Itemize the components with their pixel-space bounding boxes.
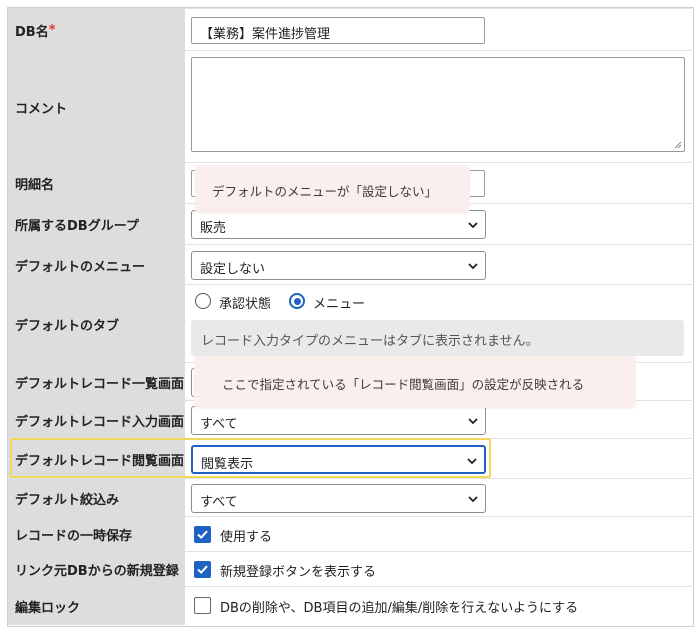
row-comment: コメント (8, 50, 692, 163)
row-db-name: DB名 * 【業務】案件進捗管理 (8, 8, 692, 51)
label-link-register: リンク元DBからの新規登録 (8, 552, 185, 587)
label-db-group: 所属するDBグループ (8, 204, 185, 245)
value-cell (185, 51, 692, 163)
value-cell: DBの削除や、DB項目の追加/編集/削除を行えないようにする (185, 587, 692, 625)
row-edit-lock: 編集ロック DBの削除や、DB項目の追加/編集/削除を行えないようにする (8, 586, 692, 625)
temp-save-checkbox[interactable] (194, 526, 211, 543)
value-cell: すべて (185, 479, 692, 517)
check-icon (197, 565, 208, 575)
db-group-select[interactable]: 販売 (191, 210, 486, 239)
label-record-list-view: デフォルトレコード一覧画面 (8, 363, 185, 401)
select-value: すべて (200, 417, 238, 432)
default-filter-select[interactable]: すべて (191, 484, 486, 513)
value-cell: 使用する (185, 517, 692, 552)
temp-save-label: 使用する (220, 530, 273, 545)
required-mark: * (48, 22, 56, 38)
chevron-down-icon (468, 263, 478, 270)
row-link-register: リンク元DBからの新規登録 新規登録ボタンを表示する (8, 551, 692, 587)
label-text: DB名 (15, 24, 49, 40)
label-default-menu: デフォルトのメニュー (8, 245, 185, 285)
radio-label-approval-status: 承認状態 (219, 297, 272, 312)
link-register-label: 新規登録ボタンを表示する (220, 565, 377, 580)
row-default-filter: デフォルト絞込み すべて (8, 478, 692, 517)
label-edit-lock: 編集ロック (8, 587, 185, 625)
edit-lock-label: DBの削除や、DB項目の追加/編集/削除を行えないようにする (220, 601, 579, 616)
default-menu-select[interactable]: 設定しない (191, 251, 486, 280)
value-cell: 設定しない (185, 245, 692, 285)
label-detail-name: 明細名 (8, 163, 185, 204)
chevron-down-icon (468, 222, 478, 229)
db-name-input[interactable]: 【業務】案件進捗管理 (191, 17, 485, 44)
label-default-tab: デフォルトのタブ (8, 285, 185, 363)
check-icon (197, 530, 208, 540)
radio-approval-status[interactable] (195, 293, 211, 309)
radio-menu[interactable] (289, 293, 305, 309)
row-default-menu: デフォルトのメニュー 設定しない (8, 244, 692, 285)
select-value: 販売 (200, 221, 227, 236)
label-temp-save: レコードの一時保存 (8, 517, 185, 552)
select-value: すべて (200, 495, 238, 510)
radio-label-menu: メニュー (313, 297, 366, 312)
chevron-down-icon (468, 496, 478, 503)
select-value: 設定しない (200, 262, 266, 277)
row-temp-save: レコードの一時保存 使用する (8, 516, 692, 552)
value-cell: 新規登録ボタンを表示する (185, 552, 692, 587)
callout-browse-view: ここで指定されている「レコード閲覧画面」の設定が反映される (194, 356, 636, 408)
comment-textarea[interactable] (191, 57, 685, 152)
value-cell: 【業務】案件進捗管理 (185, 9, 692, 51)
label-record-input-view: デフォルトレコード入力画面 (8, 401, 185, 439)
label-db-name: DB名 * (8, 9, 185, 51)
label-default-filter: デフォルト絞込み (8, 479, 185, 517)
row-default-tab: デフォルトのタブ 承認状態 メニュー レコード入力タイプのメニューはタブに表示さ… (8, 284, 692, 363)
edit-lock-checkbox[interactable] (194, 597, 211, 614)
resize-grip-icon[interactable] (673, 140, 682, 149)
callout-default-menu: デフォルトのメニューが「設定しない」 (195, 165, 470, 213)
record-input-view-select[interactable]: すべて (191, 406, 486, 435)
label-comment: コメント (8, 51, 185, 163)
link-register-checkbox[interactable] (194, 561, 211, 578)
value-cell: 承認状態 メニュー レコード入力タイプのメニューはタブに表示されません。 (185, 285, 692, 363)
chevron-down-icon (468, 418, 478, 425)
highlight-frame (10, 438, 491, 478)
tab-note: レコード入力タイプのメニューはタブに表示されません。 (191, 320, 684, 356)
